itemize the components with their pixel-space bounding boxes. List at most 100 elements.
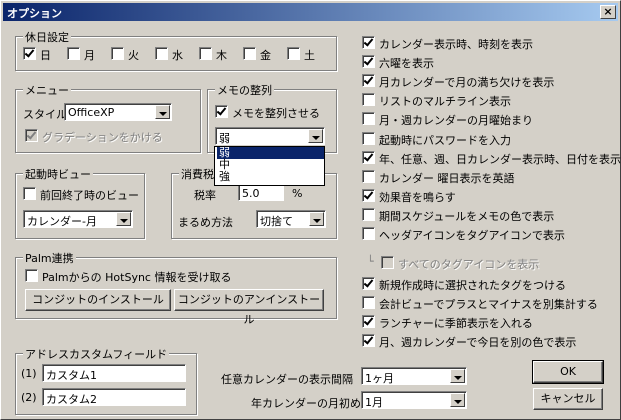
option2-checkbox-1[interactable] [362,296,375,310]
holiday-label-5: 金 [260,49,271,62]
style-dropdown-button[interactable] [155,105,170,119]
option-checkbox-10[interactable] [362,227,375,240]
memo-align-label: メモを整列させる [232,107,320,120]
close-button[interactable]: × [600,5,616,19]
all-tag-icons-checkbox [381,256,394,269]
option-checkbox-3[interactable] [362,93,375,107]
option-label-1: 六曜を表示 [379,57,434,71]
prev-view-label: 前回終了時のビュー [40,189,139,202]
option-label-4: 月・週カレンダーの月曜始まり [379,114,533,128]
menu-group-label: メニュー [23,82,71,98]
option-label-0: カレンダー表示時、時刻を表示 [379,38,533,51]
tax-rate-input[interactable]: 5.0 [238,184,284,201]
memo-strength-option-0[interactable]: 弱 [217,147,324,159]
install-conduit-button[interactable]: コンジットのインストール [25,289,171,311]
options-dialog: オプション × 休日設定 日 月 火 水 木 金 土 メニュー スタイル OfficeXP … [0,0,621,420]
option-label-3: リストのマルチライン表示 [379,95,511,109]
custom-field-1-num: (1) [21,367,37,380]
style-label: スタイル [23,108,67,121]
holiday-checkbox-5[interactable] [243,47,256,60]
option-checkbox-7[interactable] [362,169,375,183]
custom-field-2-num: (2) [21,391,37,404]
startup-view-dropdown-button[interactable] [116,212,131,226]
option-checkbox-5[interactable] [362,131,375,145]
holiday-checkbox-3[interactable] [155,47,168,60]
tax-rate-value: 5.0 [242,187,260,200]
option-label-5: 起動時にパスワードを入力 [379,133,511,147]
month-start-value: 1月 [365,396,383,409]
uninstall-conduit-label: コンジットのアンインストール [177,293,321,326]
option-checkbox-8[interactable] [362,188,375,202]
option-checkbox-2[interactable] [362,74,375,88]
custom-field-1-value: カスタム1 [46,369,97,382]
ok-label: OK [560,365,576,378]
title-bar[interactable]: オプション × [3,3,618,21]
memo-strength-option-2[interactable]: 強 [217,171,324,183]
prev-view-checkbox[interactable] [23,187,36,200]
window-title: オプション [7,7,62,20]
memo-align-group: メモの整列 メモを整列させる 弱 [207,82,337,153]
holiday-label-4: 木 [216,49,227,62]
holiday-checkbox-2[interactable] [111,47,124,60]
gradient-label: グラデーションをかける [42,131,163,144]
month-start-select[interactable]: 1月 [361,391,467,409]
month-start-dropdown-button[interactable] [450,393,465,407]
option-checkbox-4[interactable] [362,112,375,126]
option-label-7: カレンダー 曜日表示を英語 [379,171,515,185]
tax-rate-unit: % [292,187,303,200]
address-custom-group: アドレスカスタムフィールド (1) カスタム1 (2) カスタム2 [15,346,197,415]
interval-value: 1ヶ月 [365,372,394,385]
startup-view-value: カレンダー-月 [27,215,97,228]
cancel-button[interactable]: キャンセル [533,388,603,410]
option-checkbox-1[interactable] [362,55,375,69]
holiday-checkbox-0[interactable] [23,47,36,60]
ok-button[interactable]: OK [532,360,604,384]
option2-label-3: 月、週カレンダーで今日を別の色で表示 [379,336,577,350]
menu-group: メニュー スタイル OfficeXP グラデーションをかける [15,82,201,153]
option2-checkbox-0[interactable] [362,277,375,290]
rounding-label: まるめ方法 [178,216,233,229]
custom-field-2-value: カスタム2 [46,393,97,406]
month-start-label: 年カレンダーの月初め [251,397,361,410]
memo-strength-option-1[interactable]: 中 [217,159,324,171]
option-checkbox-0[interactable] [362,36,375,49]
tax-group-label: 消費税 [179,166,216,182]
rounding-dropdown-button[interactable] [309,212,324,226]
holiday-label-6: 土 [304,49,315,62]
holiday-checkbox-6[interactable] [287,47,300,60]
holiday-checkbox-1[interactable] [67,47,80,60]
option2-checkbox-3[interactable] [362,334,375,348]
interval-label: 任意カレンダーの表示間隔 [221,373,353,386]
interval-dropdown-button[interactable] [450,369,465,383]
memo-align-checkbox[interactable] [215,105,228,118]
style-select[interactable]: OfficeXP [64,103,172,121]
option-label-10: ヘッダアイコンをタグアイコンで表示 [379,229,565,242]
option-checkbox-6[interactable] [362,150,375,164]
interval-select[interactable]: 1ヶ月 [361,367,467,385]
option-label-8: 効果音を鳴らす [379,190,456,204]
memo-strength-dropdown-list[interactable]: 弱中強 [214,146,325,186]
install-conduit-label: コンジットのインストール [32,293,164,306]
memo-strength-value: 弱 [219,132,230,145]
all-tag-icons-label: すべてのタグアイコンを表示 [398,258,540,271]
option-checkbox-9[interactable] [362,207,375,221]
memo-align-group-label: メモの整列 [215,82,274,98]
holiday-label-1: 月 [84,49,95,62]
custom-field-2-input[interactable]: カスタム2 [42,388,186,406]
startup-view-group: 起動時ビュー 前回終了時のビュー カレンダー-月 [15,166,145,239]
option2-label-1: 会計ビューでプラスとマイナスを別集計する [379,298,598,312]
hotsync-checkbox[interactable] [25,269,38,282]
option2-checkbox-2[interactable] [362,315,375,329]
hotsync-label: Palmからの HotSync 情報を受け取る [42,271,232,284]
memo-strength-dropdown-button[interactable] [308,129,323,143]
holiday-checkbox-4[interactable] [199,47,212,60]
tree-connector: └ [367,255,374,268]
memo-strength-select[interactable]: 弱 [215,127,325,145]
palm-group: Palm連携 Palmからの HotSync 情報を受け取る コンジットのインス… [15,250,337,326]
rounding-value: 切捨て [260,215,293,228]
uninstall-conduit-button[interactable]: コンジットのアンインストール [174,289,324,326]
rounding-select[interactable]: 切捨て [256,210,326,228]
custom-field-1-input[interactable]: カスタム1 [42,364,186,382]
palm-group-label: Palm連携 [23,250,76,266]
startup-view-select[interactable]: カレンダー-月 [23,210,133,228]
